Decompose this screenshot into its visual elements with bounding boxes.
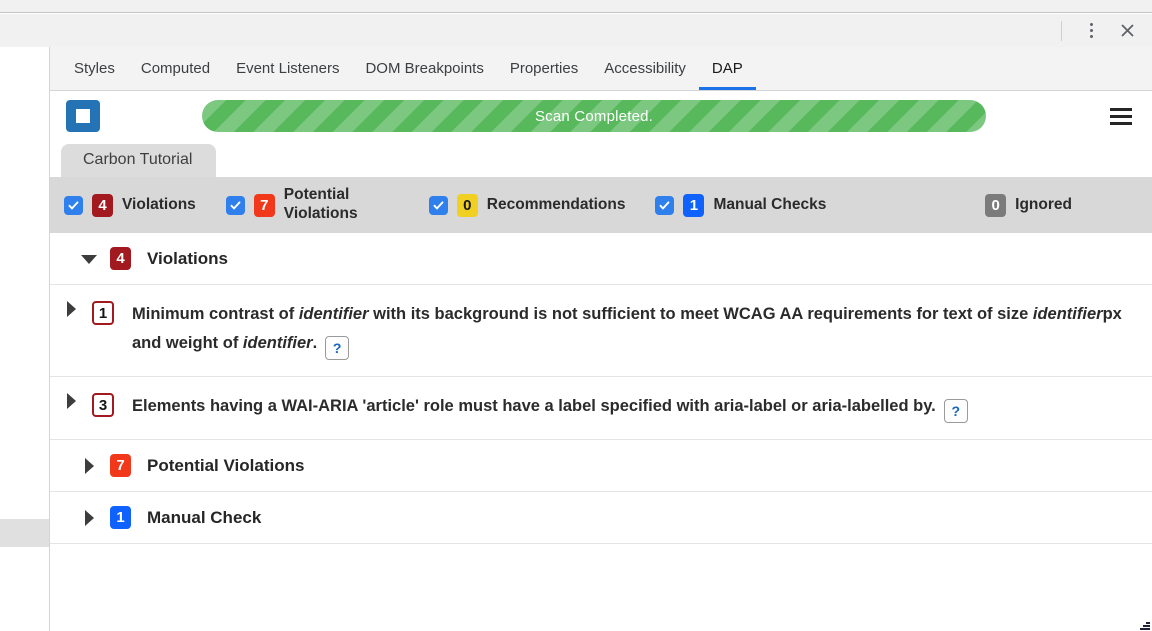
group-title-violations: Violations	[147, 248, 228, 268]
group-row-manual-check[interactable]: 1 Manual Check	[50, 492, 1152, 545]
group-badge-potential-violations: 7	[110, 454, 131, 478]
filter-label-ignored: Ignored	[1015, 195, 1072, 213]
results-tree: 4 Violations 1 Minimum contrast of ident…	[50, 233, 1152, 545]
tab-styles[interactable]: Styles	[61, 47, 128, 90]
titlebar-divider	[1061, 20, 1062, 41]
tab-label: DAP	[711, 60, 743, 77]
filter-violations[interactable]: 4 Violations	[64, 193, 196, 217]
help-button[interactable]: ?	[943, 399, 968, 424]
item-description-text: Elements having a WAI-ARIA 'article' rol…	[132, 397, 936, 416]
table-row[interactable]: 1 Minimum contrast of identifier with it…	[50, 285, 1152, 378]
devtools-tabstrip: Styles Computed Event Listeners DOM Brea…	[50, 47, 1152, 91]
tab-label: Computed	[140, 60, 211, 77]
filter-ignored[interactable]: 0 Ignored	[985, 193, 1072, 217]
dots-vertical-icon[interactable]	[1076, 16, 1106, 46]
tab-dom-breakpoints[interactable]: DOM Breakpoints	[352, 47, 496, 90]
expand-triangle-right-icon[interactable]	[60, 392, 82, 410]
devtools-titlebar	[0, 14, 1152, 47]
expand-triangle-right-icon[interactable]	[78, 457, 100, 475]
badge-ignored: 0	[985, 193, 1007, 217]
badge-manual-checks: 1	[683, 193, 705, 217]
filter-potential-violations[interactable]: 7 Potential Violations	[225, 186, 399, 224]
stop-scan-button[interactable]	[66, 100, 100, 132]
expand-triangle-right-icon[interactable]	[60, 300, 82, 317]
tab-label: Accessibility	[604, 60, 686, 77]
window-top-strip	[0, 0, 1152, 13]
item-count-badge: 3	[92, 393, 114, 418]
summary-filter-row: 4 Violations 7 Potential Violations 0 Re…	[50, 177, 1152, 233]
tab-dap[interactable]: DAP	[698, 47, 756, 90]
item-description: Minimum contrast of identifier with its …	[132, 300, 1138, 361]
tab-event-listeners[interactable]: Event Listeners	[223, 47, 352, 90]
tab-label: Event Listeners	[236, 60, 340, 77]
checkbox-manual-checks[interactable]	[655, 195, 675, 215]
item-description: Elements having a WAI-ARIA 'article' rol…	[132, 392, 968, 424]
tab-label: DOM Breakpoints	[365, 60, 484, 77]
checkbox-violations[interactable]	[64, 195, 83, 215]
tab-accessibility[interactable]: Accessibility	[591, 47, 699, 90]
badge-potential-violations: 7	[253, 193, 275, 217]
close-icon[interactable]	[1112, 16, 1142, 46]
group-title-manual-check: Manual Check	[147, 507, 262, 527]
report-tabstrip: Carbon Tutorial	[50, 141, 1152, 177]
report-tab-label: Carbon Tutorial	[83, 151, 193, 168]
filter-label-potential-violations: Potential Violations	[283, 186, 358, 222]
filter-recommendations[interactable]: 0 Recommendations	[428, 193, 626, 217]
tab-label: Styles	[74, 60, 115, 77]
group-row-potential-violations[interactable]: 7 Potential Violations	[50, 440, 1152, 493]
expand-triangle-right-icon[interactable]	[78, 509, 100, 527]
scan-progress-bar: Scan Completed.	[202, 100, 986, 132]
filter-label-violations: Violations	[122, 195, 196, 213]
filter-label-manual-checks: Manual Checks	[713, 195, 827, 213]
resize-handle[interactable]	[1138, 618, 1150, 630]
scan-status-text: Scan Completed.	[534, 107, 654, 125]
badge-recommendations: 0	[456, 193, 478, 217]
table-row[interactable]: 3 Elements having a WAI-ARIA 'article' r…	[50, 377, 1152, 441]
item-count-badge: 1	[92, 301, 114, 325]
group-badge-violations: 4	[110, 247, 131, 270]
filter-manual-checks[interactable]: 1 Manual Checks	[655, 193, 827, 217]
page-left-gutter	[0, 47, 49, 631]
expand-triangle-down-icon[interactable]	[78, 254, 100, 264]
checkbox-potential-violations[interactable]	[225, 195, 245, 215]
filter-label-recommendations: Recommendations	[486, 195, 626, 213]
tab-label: Properties	[509, 60, 579, 77]
group-title-potential-violations: Potential Violations	[147, 455, 305, 475]
devtools-panel: Styles Computed Event Listeners DOM Brea…	[49, 47, 1152, 631]
checkbox-recommendations[interactable]	[428, 195, 448, 215]
tab-properties[interactable]: Properties	[497, 47, 591, 90]
tab-computed[interactable]: Computed	[128, 47, 223, 90]
devtools-window: Styles Computed Event Listeners DOM Brea…	[0, 0, 1152, 631]
group-badge-manual-check: 1	[110, 506, 131, 530]
badge-violations: 4	[92, 193, 113, 217]
hamburger-menu-icon[interactable]	[1104, 99, 1138, 133]
group-row-violations[interactable]: 4 Violations	[50, 233, 1152, 285]
page-highlight-band	[0, 519, 49, 547]
help-button[interactable]: ?	[325, 336, 350, 361]
stop-square-icon	[76, 109, 90, 123]
progress-container: Scan Completed.	[100, 100, 1088, 132]
scan-toolbar: Scan Completed.	[50, 91, 1152, 141]
report-tab-carbon-tutorial[interactable]: Carbon Tutorial	[61, 144, 217, 177]
